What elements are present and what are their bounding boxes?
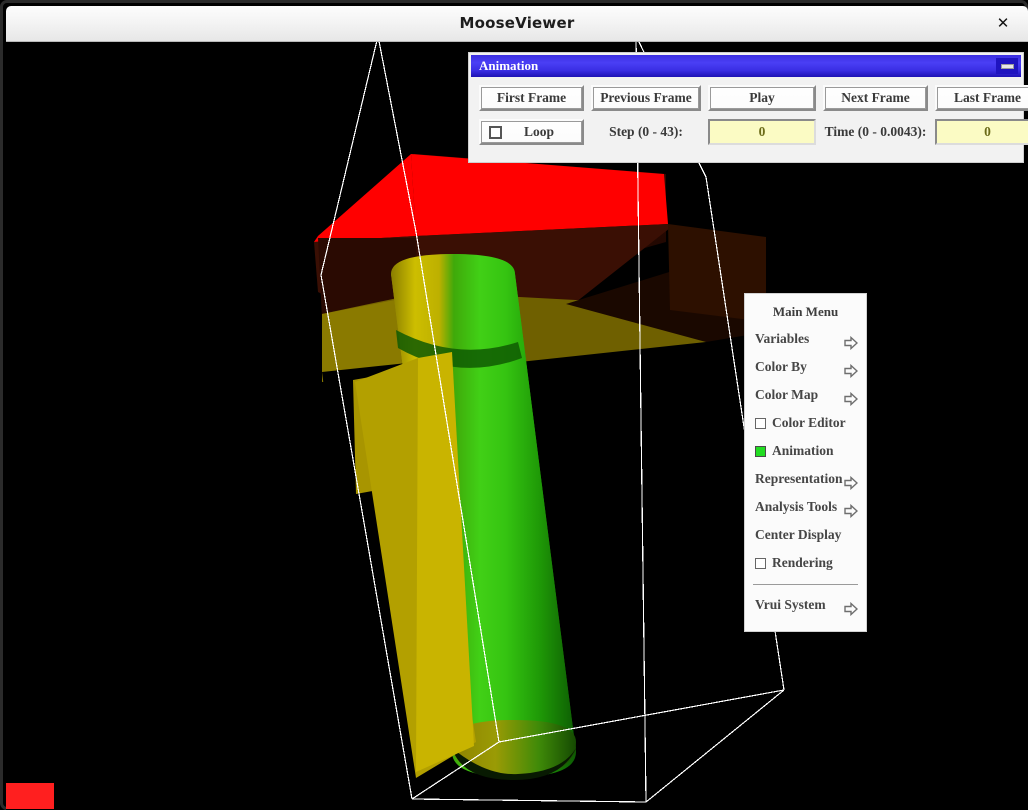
menu-item-rendering[interactable]: Rendering [745, 549, 866, 577]
menu-item-label: Representation [755, 471, 843, 486]
loop-label: Loop [523, 124, 554, 139]
step-label: Step (0 - 43): [609, 124, 683, 139]
main-menu[interactable]: Main Menu Variables Color By Color Map C… [745, 294, 866, 631]
loop-toggle[interactable]: Loop [479, 119, 584, 145]
first-frame-button[interactable]: First Frame [479, 85, 584, 111]
animation-settings-row: Loop Step (0 - 43): 0 Time (0 - 0.0043):… [471, 117, 1028, 147]
animation-dialog-title: Animation [479, 58, 539, 73]
corner-marker [6, 783, 54, 809]
menu-item-label: Analysis Tools [755, 499, 838, 514]
next-frame-button[interactable]: Next Frame [823, 85, 928, 111]
menu-item-color-editor[interactable]: Color Editor [745, 409, 866, 437]
menu-item-color-by[interactable]: Color By [745, 353, 866, 381]
loop-checkbox-icon[interactable] [489, 125, 502, 139]
menu-item-center-display[interactable]: Center Display [745, 521, 866, 549]
menu-item-label: Color By [755, 359, 807, 374]
menu-item-animation[interactable]: Animation [745, 437, 866, 465]
chevron-right-icon [844, 472, 859, 491]
chevron-right-icon [844, 388, 859, 407]
menu-item-analysis-tools[interactable]: Analysis Tools [745, 493, 866, 521]
menu-item-label: Color Editor [772, 415, 846, 430]
animation-dialog-titlebar[interactable]: Animation [471, 55, 1021, 77]
menu-item-representation[interactable]: Representation [745, 465, 866, 493]
page-title: MooseViewer [459, 14, 575, 32]
menu-item-label: Color Map [755, 387, 819, 402]
chevron-right-icon [844, 598, 859, 617]
animation-playback-row: First Frame Previous Frame Play Next Fra… [471, 83, 1028, 113]
chevron-right-icon [844, 360, 859, 379]
menu-item-variables[interactable]: Variables [745, 325, 866, 353]
minimize-icon[interactable] [996, 58, 1018, 74]
last-frame-button[interactable]: Last Frame [935, 85, 1028, 111]
chevron-right-icon [844, 332, 859, 351]
menu-item-label: Vrui System [755, 597, 826, 612]
time-input[interactable]: 0 [935, 119, 1028, 145]
menu-item-label: Center Display [755, 527, 842, 542]
menu-item-label: Animation [772, 443, 834, 458]
play-button[interactable]: Play [708, 85, 816, 111]
window-frame: MooseViewer ✕ Animation First Frame Prev… [0, 0, 1028, 810]
menu-item-label: Variables [755, 331, 810, 346]
chevron-right-icon [844, 500, 859, 519]
main-menu-title: Main Menu [772, 304, 839, 319]
menu-item-vrui-system[interactable]: Vrui System [745, 591, 866, 619]
menu-item-color-map[interactable]: Color Map [745, 381, 866, 409]
animation-dialog[interactable]: Animation First Frame Previous Frame Pla… [469, 53, 1028, 162]
close-icon[interactable]: ✕ [988, 6, 1018, 41]
color-editor-checkbox-icon[interactable] [755, 417, 766, 429]
menu-separator [753, 584, 858, 585]
time-label: Time (0 - 0.0043): [824, 124, 927, 139]
application-window: MooseViewer ✕ Animation First Frame Prev… [0, 0, 1028, 810]
menu-item-label: Rendering [772, 555, 833, 570]
rendering-checkbox-icon[interactable] [755, 557, 766, 569]
animation-checkbox-icon[interactable] [755, 445, 766, 457]
step-input[interactable]: 0 [708, 119, 816, 145]
previous-frame-button[interactable]: Previous Frame [591, 85, 701, 111]
window-titlebar: MooseViewer ✕ [6, 6, 1028, 42]
